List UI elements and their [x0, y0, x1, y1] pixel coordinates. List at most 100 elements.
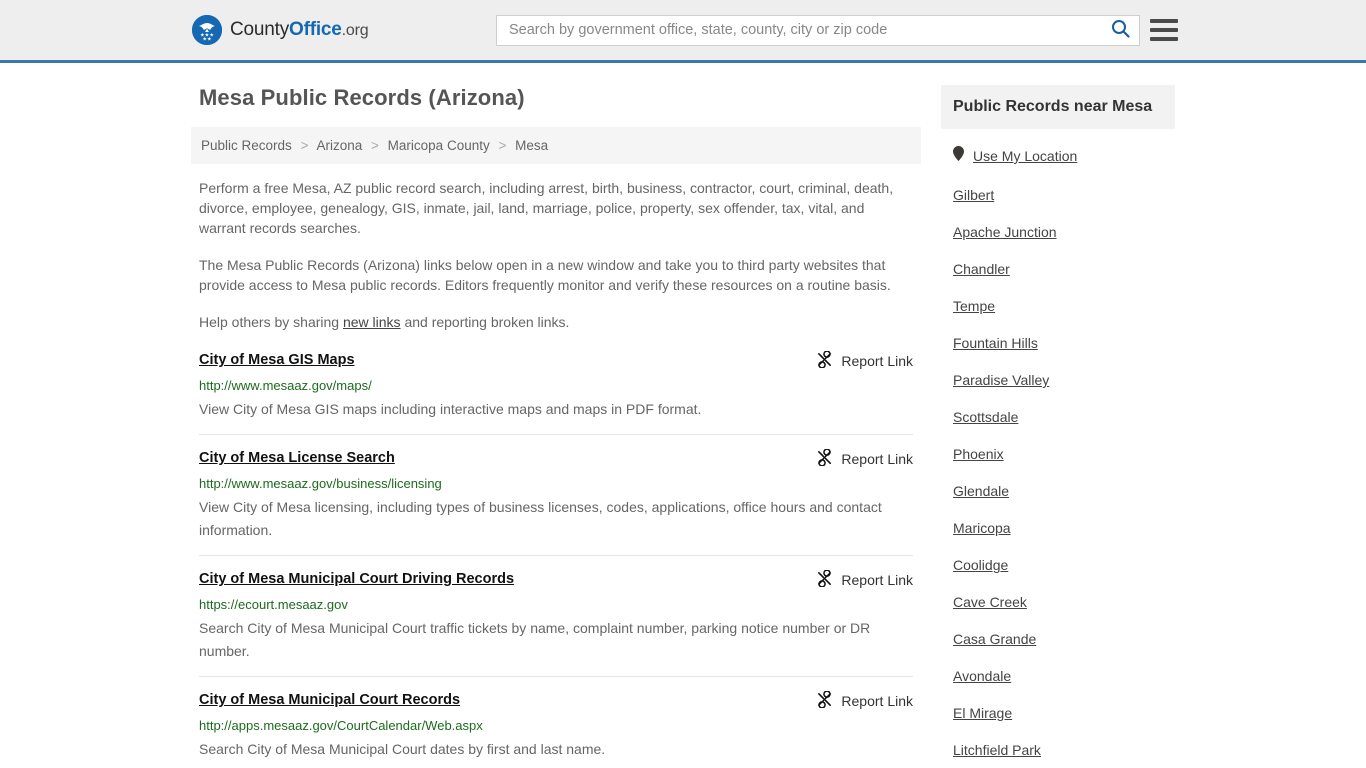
sidebar-item-label[interactable]: Use My Location: [973, 148, 1077, 164]
intro-paragraph-2: The Mesa Public Records (Arizona) links …: [199, 257, 891, 293]
sidebar-item-use-my-location[interactable]: Use My Location: [953, 129, 1163, 176]
sidebar-item-maricopa[interactable]: Maricopa: [953, 509, 1163, 546]
sidebar-item-phoenix[interactable]: Phoenix: [953, 435, 1163, 472]
result-item: City of Mesa Municipal Court Records Rep…: [199, 676, 913, 768]
sidebar-item-label[interactable]: Coolidge: [953, 557, 1008, 573]
page-title: Mesa Public Records (Arizona): [199, 85, 525, 110]
intro-paragraph-3: Help others by sharing new links and rep…: [191, 312, 921, 332]
result-description: Search City of Mesa Municipal Court traf…: [199, 620, 871, 659]
sidebar: Public Records near Mesa Use My Location…: [941, 85, 1175, 768]
broken-link-icon: [816, 569, 833, 590]
report-link-button[interactable]: Report Link: [816, 569, 913, 590]
sidebar-item-fountain-hills[interactable]: Fountain Hills: [953, 324, 1163, 361]
result-description: Search City of Mesa Municipal Court date…: [199, 741, 606, 757]
sidebar-item-label[interactable]: Scottsdale: [953, 409, 1018, 425]
site-header: ★★★ ★★ CountyOffice.org: [0, 0, 1366, 63]
result-url[interactable]: https://ecourt.mesaaz.gov: [199, 597, 913, 613]
result-title-link[interactable]: City of Mesa GIS Maps: [199, 351, 355, 370]
breadcrumb-separator: >: [300, 138, 309, 153]
page-body: Mesa Public Records (Arizona) Public Rec…: [0, 63, 1366, 768]
search-bar[interactable]: [496, 14, 1140, 46]
result-header: City of Mesa Municipal Court Driving Rec…: [199, 569, 913, 590]
result-title-link[interactable]: City of Mesa Municipal Court Records: [199, 691, 460, 710]
result-item: City of Mesa GIS Maps Report Link http:/…: [199, 349, 913, 434]
report-link-label: Report Link: [841, 693, 913, 709]
sidebar-item-paradise-valley[interactable]: Paradise Valley: [953, 361, 1163, 398]
hamburger-bar: [1150, 19, 1178, 23]
hamburger-bar: [1150, 28, 1178, 32]
breadcrumb: Public Records > Arizona > Maricopa Coun…: [191, 127, 921, 164]
report-link-label: Report Link: [841, 572, 913, 588]
breadcrumb-separator: >: [498, 138, 507, 153]
search-button[interactable]: [1107, 17, 1133, 43]
search-input[interactable]: [507, 21, 1107, 39]
breadcrumb-separator: >: [371, 138, 379, 153]
sidebar-item-tempe[interactable]: Tempe: [953, 287, 1163, 324]
breadcrumb-item-mesa: Mesa: [515, 138, 549, 153]
breadcrumb-item-public-records[interactable]: Public Records: [201, 138, 292, 153]
logo-text-office: Office: [289, 19, 342, 40]
intro-p3-suffix: and reporting broken links.: [400, 314, 570, 330]
broken-link-icon: [816, 448, 833, 469]
sidebar-item-label[interactable]: Apache Junction: [953, 224, 1057, 240]
broken-link-icon: [816, 690, 833, 711]
sidebar-item-casa-grande[interactable]: Casa Grande: [953, 620, 1163, 657]
sidebar-item-label[interactable]: Glendale: [953, 483, 1009, 499]
intro-section: Perform a free Mesa, AZ public record se…: [191, 178, 921, 332]
report-link-label: Report Link: [841, 451, 913, 467]
intro-p3-prefix: Help others by sharing: [199, 314, 343, 330]
sidebar-item-label[interactable]: El Mirage: [953, 705, 1012, 721]
sidebar-item-chandler[interactable]: Chandler: [953, 250, 1163, 287]
sidebar-item-coolidge[interactable]: Coolidge: [953, 546, 1163, 583]
result-header: City of Mesa License Search Report Link: [199, 448, 913, 469]
intro-paragraph-1: Perform a free Mesa, AZ public record se…: [199, 180, 894, 236]
logo-text-county: County: [230, 19, 290, 40]
hamburger-bar: [1150, 37, 1178, 41]
results-list: City of Mesa GIS Maps Report Link http:/…: [191, 349, 921, 768]
result-title-link[interactable]: City of Mesa License Search: [199, 449, 395, 468]
result-item: City of Mesa Municipal Court Driving Rec…: [199, 555, 913, 676]
breadcrumb-item-maricopa-county[interactable]: Maricopa County: [388, 138, 490, 153]
sidebar-item-gilbert[interactable]: Gilbert: [953, 176, 1163, 213]
sidebar-item-cave-creek[interactable]: Cave Creek: [953, 583, 1163, 620]
sidebar-item-apache-junction[interactable]: Apache Junction: [953, 213, 1163, 250]
sidebar-item-label[interactable]: Chandler: [953, 261, 1010, 277]
result-url[interactable]: http://www.mesaaz.gov/business/licensing: [199, 476, 913, 492]
report-link-label: Report Link: [841, 353, 913, 369]
sidebar-item-label[interactable]: Tempe: [953, 298, 995, 314]
result-description: View City of Mesa licensing, including t…: [199, 499, 882, 538]
hamburger-menu-icon[interactable]: [1150, 19, 1178, 41]
result-title-link[interactable]: City of Mesa Municipal Court Driving Rec…: [199, 570, 514, 589]
result-description: View City of Mesa GIS maps including int…: [199, 401, 702, 417]
svg-text:★★: ★★: [202, 37, 212, 43]
sidebar-item-label[interactable]: Maricopa: [953, 520, 1011, 536]
result-url[interactable]: http://www.mesaaz.gov/maps/: [199, 378, 913, 394]
site-logo[interactable]: ★★★ ★★ CountyOffice.org: [192, 15, 369, 45]
report-link-button[interactable]: Report Link: [816, 350, 913, 371]
sidebar-item-label[interactable]: Phoenix: [953, 446, 1004, 462]
logo-wordmark: CountyOffice.org: [230, 19, 369, 41]
new-links-link[interactable]: new links: [343, 314, 401, 330]
sidebar-item-litchfield-park[interactable]: Litchfield Park: [953, 731, 1163, 768]
sidebar-item-label[interactable]: Casa Grande: [953, 631, 1036, 647]
search-icon: [1111, 19, 1130, 41]
sidebar-item-el-mirage[interactable]: El Mirage: [953, 694, 1163, 731]
eagle-seal-icon: ★★★ ★★: [192, 15, 222, 45]
result-item: City of Mesa License Search Report Link …: [199, 434, 913, 555]
sidebar-item-label[interactable]: Paradise Valley: [953, 372, 1049, 388]
sidebar-item-label[interactable]: Fountain Hills: [953, 335, 1038, 351]
sidebar-item-avondale[interactable]: Avondale: [953, 657, 1163, 694]
map-pin-icon: [953, 146, 964, 166]
sidebar-item-scottsdale[interactable]: Scottsdale: [953, 398, 1163, 435]
sidebar-item-label[interactable]: Gilbert: [953, 187, 994, 203]
breadcrumb-item-arizona[interactable]: Arizona: [316, 138, 362, 153]
result-header: City of Mesa GIS Maps Report Link: [199, 350, 913, 371]
result-url[interactable]: http://apps.mesaaz.gov/CourtCalendar/Web…: [199, 718, 913, 734]
report-link-button[interactable]: Report Link: [816, 690, 913, 711]
sidebar-item-glendale[interactable]: Glendale: [953, 472, 1163, 509]
logo-text-org: .org: [341, 22, 369, 39]
report-link-button[interactable]: Report Link: [816, 448, 913, 469]
sidebar-item-label[interactable]: Avondale: [953, 668, 1011, 684]
sidebar-item-label[interactable]: Cave Creek: [953, 594, 1027, 610]
sidebar-item-label[interactable]: Litchfield Park: [953, 742, 1041, 758]
